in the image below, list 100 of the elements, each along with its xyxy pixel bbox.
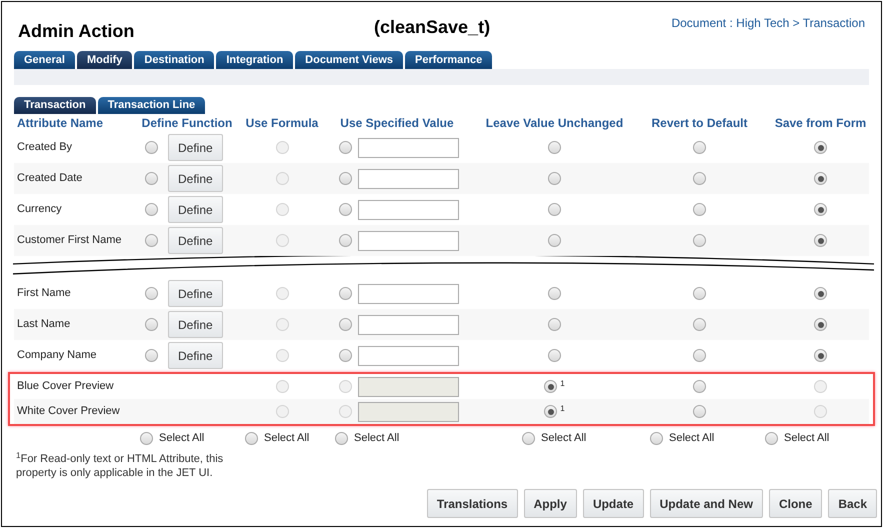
select-all-label[interactable]: Select All [354,430,400,446]
radio-button[interactable] [339,203,352,216]
radio-button[interactable] [140,432,153,444]
radio-button[interactable] [339,234,352,247]
radio-button[interactable] [339,141,352,154]
radio-button[interactable] [765,432,778,444]
action-button[interactable]: Update and New [650,489,763,518]
attribute-name: Last Name [16,317,72,332]
radio-button[interactable] [693,203,706,216]
column-header: Save from Form [774,115,868,132]
attribute-name: Created By [16,140,74,156]
radio-button[interactable] [522,432,535,444]
radio-button[interactable] [693,287,706,300]
attribute-name: Created Date [16,171,84,186]
define-button[interactable]: Define [168,342,223,369]
action-button[interactable]: Clone [768,489,822,518]
action-button[interactable]: Apply [524,489,577,518]
radio-button[interactable] [814,234,827,247]
define-button[interactable]: Define [168,134,223,161]
radio-button[interactable] [548,203,561,216]
column-header: Attribute Name [16,115,104,132]
radio-button[interactable] [814,349,827,362]
column-header: Leave Value Unchanged [484,115,624,132]
attribute-name: Company Name [16,348,98,364]
radio-button[interactable] [693,234,706,247]
radio-button[interactable] [693,380,706,393]
footnote-mark: 1 [560,402,565,414]
attribute-name: White Cover Preview [16,404,121,420]
tab[interactable]: Document Views [295,51,403,69]
radio-button[interactable] [544,405,558,418]
radio-button[interactable] [339,318,352,331]
radio-button[interactable] [145,203,158,216]
define-button[interactable]: Define [168,280,223,307]
tab[interactable]: Integration [216,51,294,69]
column-header: Use Formula [244,115,320,132]
attribute-name: Currency [16,202,63,218]
select-all-label[interactable]: Select All [784,430,830,446]
radio-button[interactable] [693,318,706,331]
radio-button[interactable] [693,172,706,185]
select-all-label[interactable]: Select All [669,430,714,446]
radio-button[interactable] [693,405,706,418]
define-button[interactable]: Define [168,165,223,192]
radio-button[interactable] [145,172,158,185]
radio-button[interactable] [335,432,348,444]
value-field[interactable] [358,230,459,250]
action-button[interactable]: Back [828,489,877,518]
tab[interactable]: General [14,51,75,69]
select-all-label[interactable]: Select All [264,430,310,446]
radio-button[interactable] [145,349,158,362]
radio-button[interactable] [548,172,561,185]
select-all-label[interactable]: Select All [541,430,586,446]
tab[interactable]: Destination [134,51,214,69]
define-button[interactable]: Define [168,311,223,338]
define-button[interactable]: Define [168,227,223,254]
radio-button[interactable] [814,172,827,185]
radio-button[interactable] [548,234,561,247]
radio-button[interactable] [544,380,558,393]
attribute-name: Blue Cover Preview [16,379,115,394]
tab[interactable]: Modify [76,51,132,69]
footnote-mark: 1 [560,378,565,390]
action-button[interactable]: Update [582,489,644,518]
value-field[interactable] [358,138,459,158]
subtab[interactable]: Transaction [14,97,96,114]
column-header: Define Function [140,115,234,132]
subtab[interactable]: Transaction Line [98,97,206,114]
define-button[interactable]: Define [168,196,223,223]
radio-button[interactable] [145,234,158,247]
column-header: Use Specified Value [339,115,455,132]
radio-button[interactable] [548,349,561,362]
column-header: Revert to Default [650,115,749,132]
footnote: $^{1}$For Read-only text or HTML Attribute, this property is only applicable in the JET UI. [15,452,224,480]
value-field[interactable] [358,284,459,304]
radio-button[interactable] [145,141,158,154]
radio-button[interactable] [814,318,827,331]
value-field[interactable] [358,200,459,220]
radio-button[interactable] [145,318,158,331]
value-field[interactable] [358,168,459,188]
action-button[interactable]: Translations [426,489,518,518]
page-subtitle: (cleanSave_t) [374,16,492,39]
radio-button[interactable] [145,287,158,300]
breadcrumb-link[interactable]: Document : High Tech > Transaction [671,12,869,32]
radio-button[interactable] [548,141,561,154]
radio-button[interactable] [814,141,827,154]
tab[interactable]: Performance [405,51,492,69]
radio-button[interactable] [339,172,352,185]
radio-button[interactable] [339,287,352,300]
page-title: Admin Action [17,20,136,43]
radio-button[interactable] [693,141,706,154]
radio-button[interactable] [548,318,561,331]
radio-button[interactable] [548,287,561,300]
value-field[interactable] [358,314,459,334]
radio-button[interactable] [339,349,352,362]
radio-button[interactable] [814,287,827,300]
attribute-name: First Name [16,286,72,302]
radio-button[interactable] [245,432,258,444]
radio-button[interactable] [693,349,706,362]
radio-button[interactable] [650,432,663,444]
value-field[interactable] [358,346,459,366]
select-all-label[interactable]: Select All [159,430,204,446]
radio-button[interactable] [814,203,827,216]
